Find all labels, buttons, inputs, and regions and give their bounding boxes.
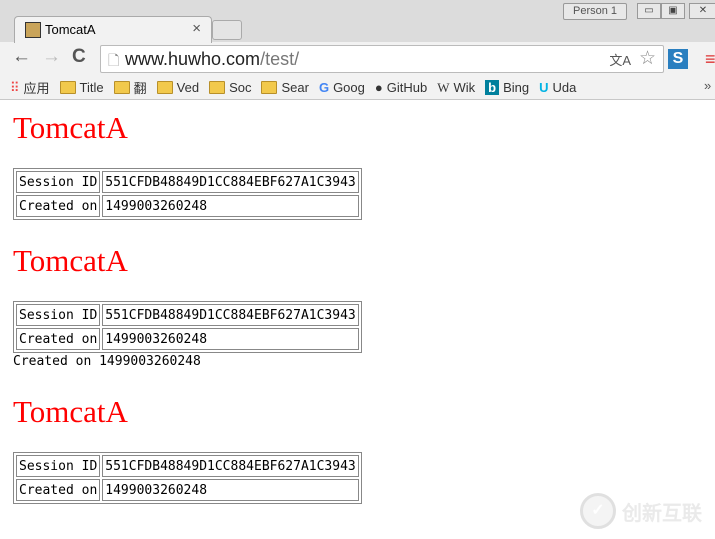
- bookmark-label: Bing: [503, 80, 530, 95]
- bookmark-udacity[interactable]: U Uda: [539, 78, 576, 97]
- bookmark-label: 翻: [133, 81, 147, 96]
- table-row: Session ID 551CFDB48849D1CC884EBF627A1C39…: [16, 304, 359, 326]
- bookmark-ved[interactable]: Ved: [156, 78, 200, 97]
- url-path: /test/: [260, 49, 300, 69]
- profile-button[interactable]: Person 1: [563, 3, 627, 20]
- apps-grid-icon: ⠿: [10, 79, 20, 95]
- bookmark-bing[interactable]: b Bing: [485, 78, 529, 97]
- cell-value: 551CFDB48849D1CC884EBF627A1C3943: [102, 455, 359, 477]
- bookmark-wikipedia[interactable]: W Wik: [437, 78, 475, 97]
- address-bar[interactable]: 🗋 www.huwho.com/test/ 文A ☆: [100, 45, 664, 73]
- wikipedia-icon: W: [437, 79, 450, 95]
- reload-button[interactable]: C: [72, 46, 86, 68]
- bookmark-star-icon[interactable]: ☆: [639, 47, 656, 70]
- tomcat-favicon-icon: [25, 22, 41, 38]
- bookmark-sear[interactable]: Sear: [261, 78, 309, 97]
- github-icon: ●: [374, 80, 383, 95]
- forward-button[interactable]: →: [42, 46, 61, 68]
- bing-icon: b: [485, 80, 500, 95]
- bookmark-google[interactable]: G Goog: [319, 78, 365, 97]
- bookmark-label: Sear: [281, 80, 309, 95]
- tab-close-icon[interactable]: ×: [192, 20, 201, 37]
- folder-icon: [209, 81, 226, 94]
- table-row: Created on 1499003260248: [16, 328, 359, 350]
- session-table: Session ID 551CFDB48849D1CC884EBF627A1C39…: [13, 452, 362, 504]
- table-row: Session ID 551CFDB48849D1CC884EBF627A1C39…: [16, 171, 359, 193]
- cell-value: 1499003260248: [102, 195, 359, 217]
- bookmarks-more-button[interactable]: »: [704, 78, 711, 93]
- cell-label: Created on: [16, 328, 101, 350]
- cell-label: Created on: [16, 479, 101, 501]
- watermark-text: 创新互联: [622, 502, 702, 525]
- title-bar: Person 1 ▭ ▣ ✕ TomcatA ×: [0, 0, 715, 43]
- page-heading: TomcatA: [13, 110, 128, 145]
- watermark: ✓ 创新互联: [580, 493, 702, 529]
- bookmark-label: 应用: [23, 81, 50, 96]
- cell-value: 551CFDB48849D1CC884EBF627A1C3943: [102, 171, 359, 193]
- bookmark-label: Soc: [229, 80, 252, 95]
- google-icon: G: [318, 80, 330, 95]
- bookmark-apps[interactable]: ⠿ 应用: [10, 78, 50, 97]
- page-heading: TomcatA: [13, 243, 128, 278]
- folder-icon: [113, 81, 130, 94]
- udacity-icon: U: [539, 80, 549, 95]
- page-icon: 🗋: [108, 52, 120, 68]
- cell-label: Session ID: [16, 171, 101, 193]
- cell-value: 551CFDB48849D1CC884EBF627A1C3943: [102, 304, 359, 326]
- extension-s-icon[interactable]: S: [668, 49, 688, 69]
- back-button[interactable]: ←: [12, 46, 31, 68]
- folder-icon: [156, 81, 173, 94]
- tab-tomcata[interactable]: TomcatA ×: [14, 16, 212, 43]
- cell-label: Session ID: [16, 304, 101, 326]
- cell-label: Created on: [16, 195, 101, 217]
- bookmark-title[interactable]: Title: [59, 78, 104, 97]
- table-row: Created on 1499003260248: [16, 195, 359, 217]
- minimize-button[interactable]: ▭: [637, 3, 661, 19]
- created-on-text: Created on 1499003260248: [13, 354, 201, 369]
- tab-title: TomcatA: [45, 22, 96, 37]
- bookmarks-bar: ⠿ 应用 Title 翻 Ved Soc Sear G Goog ● GitHub W…: [10, 78, 576, 97]
- page-heading: TomcatA: [13, 394, 128, 429]
- folder-icon: [261, 81, 278, 94]
- translate-icon[interactable]: 文A: [609, 50, 631, 69]
- bookmark-label: GitHub: [386, 80, 428, 95]
- bookmark-github[interactable]: ● GitHub: [375, 78, 427, 97]
- session-table: Session ID 551CFDB48849D1CC884EBF627A1C39…: [13, 168, 362, 220]
- bookmark-label: Goog: [333, 80, 365, 95]
- browser-chrome: Person 1 ▭ ▣ ✕ TomcatA × ← → C 🗋 www.huw…: [0, 0, 715, 100]
- cell-value: 1499003260248: [102, 479, 359, 501]
- bookmark-soc[interactable]: Soc: [209, 78, 251, 97]
- close-window-button[interactable]: ✕: [689, 3, 715, 19]
- url-text[interactable]: www.huwho.com/test/: [125, 49, 299, 70]
- new-tab-button[interactable]: [212, 20, 242, 40]
- url-host: www.huwho.com: [125, 49, 261, 69]
- bookmark-label: Title: [79, 80, 104, 95]
- bookmark-label: Wik: [453, 80, 476, 95]
- bookmark-label: Ved: [176, 80, 200, 95]
- menu-icon[interactable]: ≡: [705, 49, 715, 69]
- cell-value: 1499003260248: [102, 328, 359, 350]
- session-table: Session ID 551CFDB48849D1CC884EBF627A1C39…: [13, 301, 362, 353]
- folder-icon: [59, 81, 76, 94]
- maximize-button[interactable]: ▣: [661, 3, 685, 19]
- bookmark-label: Uda: [552, 80, 577, 95]
- table-row: Created on 1499003260248: [16, 479, 359, 501]
- cell-label: Session ID: [16, 455, 101, 477]
- watermark-logo-icon: ✓: [580, 493, 616, 529]
- bookmark-fan[interactable]: 翻: [113, 78, 147, 97]
- table-row: Session ID 551CFDB48849D1CC884EBF627A1C39…: [16, 455, 359, 477]
